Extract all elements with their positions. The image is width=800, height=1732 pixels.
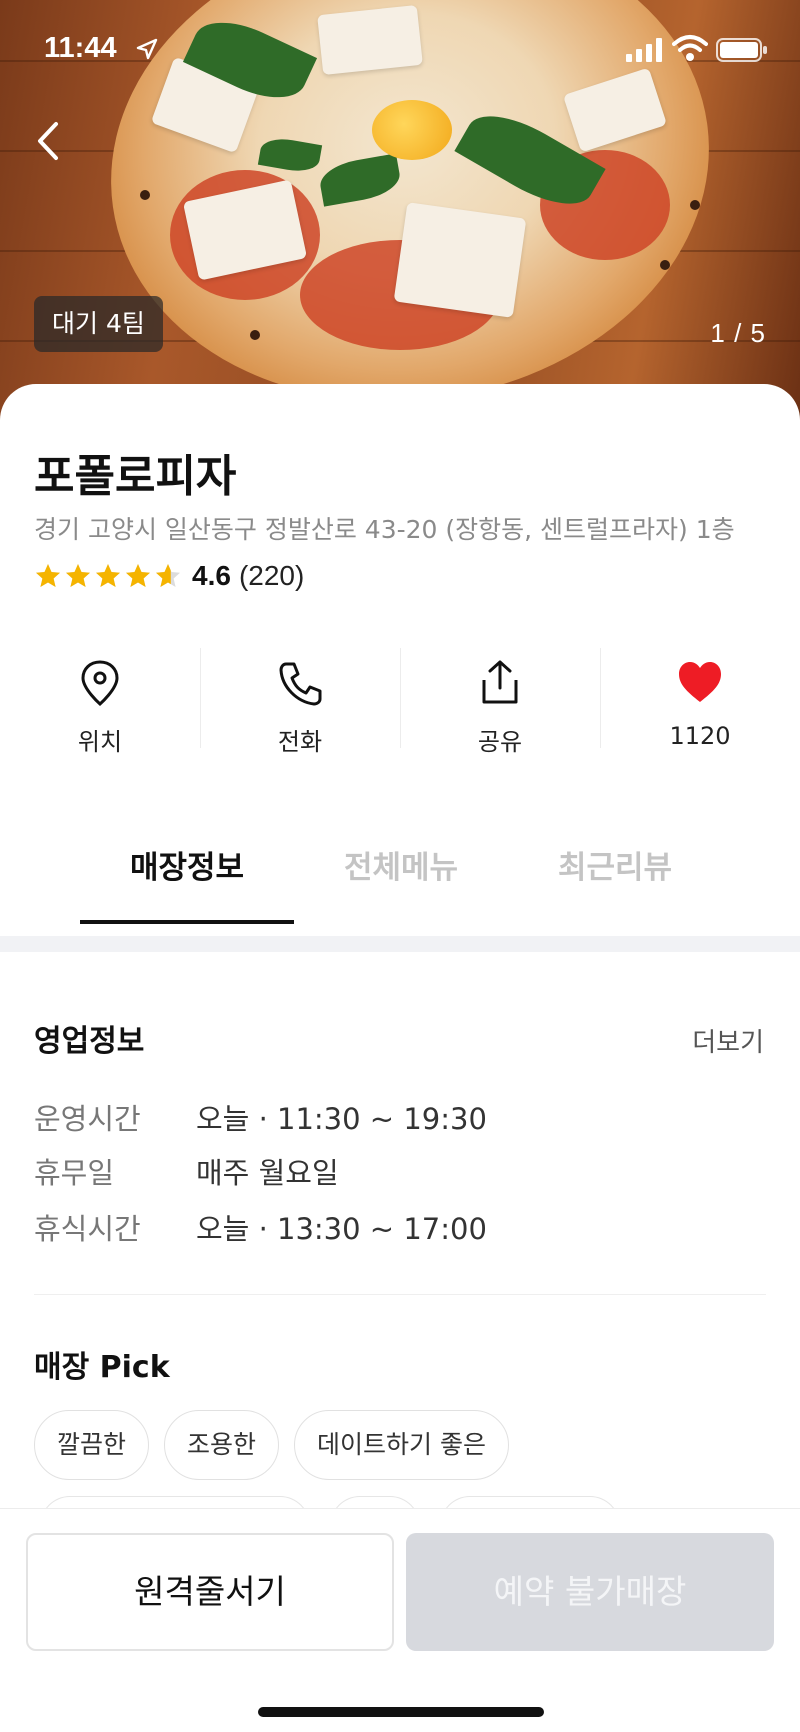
status-bar: 11:44 (0, 0, 800, 96)
wifi-icon (672, 35, 708, 61)
rating-row: 4.6 (220) (34, 556, 304, 596)
phone-icon (279, 662, 322, 706)
star-icon (96, 564, 120, 587)
status-time: 11:44 (44, 32, 117, 64)
tab-store-info[interactable]: 매장정보 (80, 828, 294, 924)
share-button[interactable]: 공유 (400, 648, 600, 758)
share-label: 공유 (477, 728, 523, 756)
back-chevron-icon[interactable] (28, 116, 68, 166)
info-key: 휴무일 (34, 1156, 115, 1190)
rating-value: 4.6 (192, 560, 231, 591)
call-button[interactable]: 전화 (200, 648, 400, 758)
pick-chip[interactable]: 깔끔한 (34, 1410, 150, 1480)
section-divider (0, 936, 800, 952)
star-icon (36, 564, 60, 587)
bottom-action-bar: 원격줄서기 예약 불가매장 (0, 1508, 800, 1732)
tab-bar: 매장정보 전체메뉴 최근리뷰 (0, 828, 800, 924)
tab-recent-reviews[interactable]: 최근리뷰 (508, 828, 722, 924)
pick-chip[interactable]: 조용한 (164, 1410, 280, 1480)
pick-chip[interactable]: 데이트하기 좋은 (294, 1410, 509, 1480)
info-key: 휴식시간 (34, 1212, 141, 1246)
photo-page-counter: 1 / 5 (710, 318, 766, 348)
business-info-title: 영업정보 (34, 1024, 145, 1059)
location-arrow-icon (136, 38, 158, 60)
divider (34, 1294, 766, 1295)
call-label: 전화 (277, 728, 323, 756)
home-indicator (258, 1707, 544, 1717)
info-key: 운영시간 (34, 1102, 141, 1136)
store-address: 경기 고양시 일산동구 정발산로 43-20 (장항동, 센트럴프라자) 1층 (34, 515, 735, 544)
star-icon (156, 564, 180, 587)
queue-wait-badge: 대기 4팀 (34, 296, 163, 352)
star-rating (34, 562, 182, 590)
share-icon (482, 660, 518, 704)
store-pick-title: 매장 Pick (34, 1350, 170, 1385)
star-icon (126, 564, 150, 587)
like-count: 1120 (669, 722, 731, 750)
heart-icon (679, 662, 721, 702)
review-count: (220) (238, 560, 305, 591)
store-name: 포폴로피자 (34, 451, 237, 502)
like-button[interactable]: 1120 (600, 648, 800, 758)
location-label: 위치 (77, 728, 123, 756)
location-pin-icon (81, 660, 119, 707)
star-icon (66, 564, 90, 587)
signal-icon (626, 38, 662, 62)
battery-icon (716, 38, 767, 62)
info-row-closed-day: 휴무일 매주 월요일 (34, 1150, 339, 1190)
egg-yolk (372, 100, 452, 160)
info-value: 오늘 · 13:30 ~ 17:00 (196, 1212, 487, 1246)
info-value: 오늘 · 11:30 ~ 19:30 (196, 1102, 487, 1136)
info-value: 매주 월요일 (196, 1156, 339, 1190)
store-pick-chips: 깔끔한 조용한 데이트하기 좋은 (34, 1410, 774, 1482)
info-row-break-time: 휴식시간 오늘 · 13:30 ~ 17:00 (34, 1206, 487, 1246)
info-row-hours: 운영시간 오늘 · 11:30 ~ 19:30 (34, 1096, 487, 1136)
store-photo-carousel[interactable]: 11:44 대기 4팀 1 / 5 (0, 0, 800, 420)
reservation-unavailable-button: 예약 불가매장 (406, 1533, 774, 1651)
location-button[interactable]: 위치 (0, 648, 200, 758)
remote-queue-button[interactable]: 원격줄서기 (26, 1533, 394, 1651)
action-bar: 위치 전화 공유 1120 (0, 648, 800, 758)
tab-full-menu[interactable]: 전체메뉴 (294, 828, 508, 924)
more-link[interactable]: 더보기 (692, 1022, 764, 1059)
